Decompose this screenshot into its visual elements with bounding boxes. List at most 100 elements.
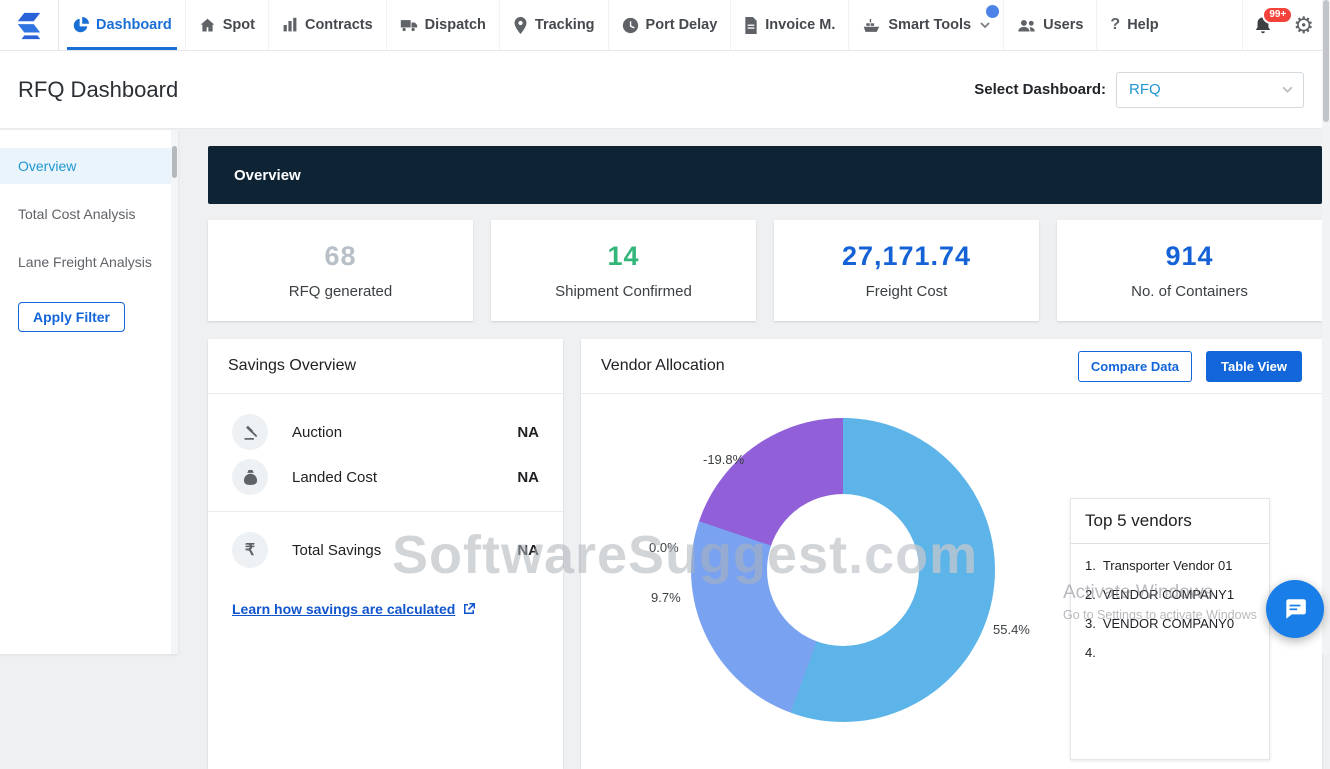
page-scrollbar-thumb[interactable] (1323, 0, 1329, 122)
savings-overview-header: Savings Overview (208, 339, 563, 394)
select-dashboard-label: Select Dashboard: (974, 81, 1106, 98)
savings-calculated-link[interactable]: Learn how savings are calculated (232, 601, 476, 617)
top-5-vendors-list: 1. Transporter Vendor 01 2. VENDOR COMPA… (1071, 544, 1269, 660)
stat-card-freight-cost: 27,171.74 Freight Cost (774, 220, 1039, 321)
users-icon (1017, 18, 1036, 33)
truck-icon (400, 17, 418, 33)
nav-tracking[interactable]: Tracking (499, 0, 608, 50)
nav-label: Dispatch (425, 17, 486, 33)
sidebar: Overview Total Cost Analysis Lane Freigh… (0, 130, 178, 654)
chat-widget-button[interactable] (1266, 580, 1324, 638)
stat-value: 27,171.74 (842, 241, 971, 272)
nav-port-delay[interactable]: Port Delay (608, 0, 731, 50)
sidebar-item-lane-freight-analysis[interactable]: Lane Freight Analysis (0, 244, 178, 280)
nav-label: Smart Tools (888, 17, 971, 33)
apply-filter-button[interactable]: Apply Filter (18, 302, 125, 332)
chart-callout: 55.4% (993, 622, 1030, 637)
nav-smart-tools[interactable]: Smart Tools (848, 0, 1003, 50)
savings-body: Auction NA Landed Cost NA ₹ Total Saving… (208, 394, 563, 619)
stat-value: 68 (324, 241, 356, 272)
table-view-button[interactable]: Table View (1206, 351, 1302, 382)
sidebar-item-overview[interactable]: Overview (0, 148, 178, 184)
savings-overview-title: Savings Overview (228, 357, 356, 375)
dashboard-select[interactable]: RFQ (1116, 72, 1304, 108)
page: Dashboard Spot Contracts Dispatch (0, 0, 1330, 654)
stat-value: 14 (607, 241, 639, 272)
nav-dispatch[interactable]: Dispatch (386, 0, 499, 50)
savings-overview-panel: Savings Overview Auction NA Lan (208, 339, 563, 769)
nav-label: Spot (223, 17, 255, 33)
vendor-rank: 3. (1085, 616, 1096, 631)
vendor-allocation-title: Vendor Allocation (601, 357, 725, 375)
savings-row-label: Total Savings (292, 542, 517, 559)
stat-value: 914 (1165, 241, 1213, 272)
vendor-name: VENDOR COMPANY0 (1103, 616, 1234, 631)
vendor-rank: 1. (1085, 558, 1096, 573)
gear-icon[interactable]: ⚙ (1293, 14, 1314, 37)
sidebar-scrollbar[interactable] (171, 130, 178, 654)
vendor-header-actions: Compare Data Table View (1078, 351, 1302, 382)
nav-items: Dashboard Spot Contracts Dispatch (58, 0, 1172, 50)
sidebar-scrollbar-thumb[interactable] (172, 146, 177, 178)
vendor-name: Transporter Vendor 01 (1103, 558, 1233, 573)
bar-chart-icon (282, 17, 298, 33)
main-content: Overview 68 RFQ generated 14 Shipment Co… (208, 146, 1322, 769)
compare-data-button[interactable]: Compare Data (1078, 351, 1192, 382)
external-link-icon (462, 602, 476, 616)
document-icon (744, 17, 758, 34)
nav-help[interactable]: ? Help (1096, 0, 1171, 50)
savings-row-value: NA (517, 469, 539, 486)
stat-card-containers: 914 No. of Containers (1057, 220, 1322, 321)
vendor-list-item[interactable]: 4. (1085, 645, 1255, 660)
page-scrollbar[interactable] (1322, 0, 1330, 654)
top-navigation: Dashboard Spot Contracts Dispatch (0, 0, 1330, 51)
nav-spot[interactable]: Spot (185, 0, 268, 50)
nav-right: 99+ ⚙ (1242, 0, 1330, 50)
savings-row-auction: Auction NA (232, 414, 539, 450)
top-5-vendors-panel: Top 5 vendors 1. Transporter Vendor 01 2… (1070, 498, 1270, 760)
nav-label: Contracts (305, 17, 373, 33)
money-bag-icon (232, 459, 268, 495)
smart-tools-notification-dot (986, 5, 999, 18)
dashboard-icon (72, 17, 89, 34)
nav-label: Help (1127, 17, 1158, 33)
vendor-list-item[interactable]: 2. VENDOR COMPANY1 (1085, 587, 1255, 602)
savings-row-value: NA (517, 424, 539, 441)
stat-label: Shipment Confirmed (555, 283, 692, 300)
nav-dashboard[interactable]: Dashboard (58, 0, 185, 50)
dashboard-select-value: RFQ (1129, 81, 1161, 98)
logo-icon (12, 10, 46, 40)
ship-icon (862, 17, 881, 33)
overview-section-header: Overview (208, 146, 1322, 204)
stat-label: Freight Cost (866, 283, 948, 300)
page-header: RFQ Dashboard Select Dashboard: RFQ (0, 51, 1322, 129)
vendor-chart-area: -19.8% 0.0% 9.7% 55.4% Top 5 vendors 1. … (581, 394, 1322, 768)
nav-users[interactable]: Users (1003, 0, 1096, 50)
sidebar-item-total-cost-analysis[interactable]: Total Cost Analysis (0, 196, 178, 232)
savings-row-label: Auction (292, 424, 517, 441)
notifications-button[interactable]: 99+ (1253, 15, 1273, 36)
chart-callout: -19.8% (703, 452, 744, 467)
location-pin-icon (513, 17, 528, 34)
stat-card-shipment-confirmed: 14 Shipment Confirmed (491, 220, 756, 321)
overview-section-title: Overview (234, 167, 301, 184)
nav-label: Port Delay (646, 17, 718, 33)
chevron-down-icon (980, 22, 990, 29)
vendor-list-item[interactable]: 1. Transporter Vendor 01 (1085, 558, 1255, 573)
vendor-rank: 4. (1085, 645, 1096, 660)
vendor-name: VENDOR COMPANY1 (1103, 587, 1234, 602)
nav-label: Users (1043, 17, 1083, 33)
vendor-rank: 2. (1085, 587, 1096, 602)
notification-badge: 99+ (1262, 6, 1293, 24)
chat-icon (1282, 596, 1308, 622)
top-5-vendors-title: Top 5 vendors (1071, 499, 1269, 544)
vendor-list-item[interactable]: 3. VENDOR COMPANY0 (1085, 616, 1255, 631)
rupee-icon: ₹ (232, 532, 268, 568)
home-icon (199, 17, 216, 34)
nav-contracts[interactable]: Contracts (268, 0, 386, 50)
app-logo[interactable] (0, 0, 58, 50)
nav-invoice[interactable]: Invoice M. (730, 0, 848, 50)
dashboard-select-group: Select Dashboard: RFQ (974, 72, 1304, 108)
savings-row-label: Landed Cost (292, 469, 517, 486)
savings-row-value: NA (517, 542, 539, 559)
